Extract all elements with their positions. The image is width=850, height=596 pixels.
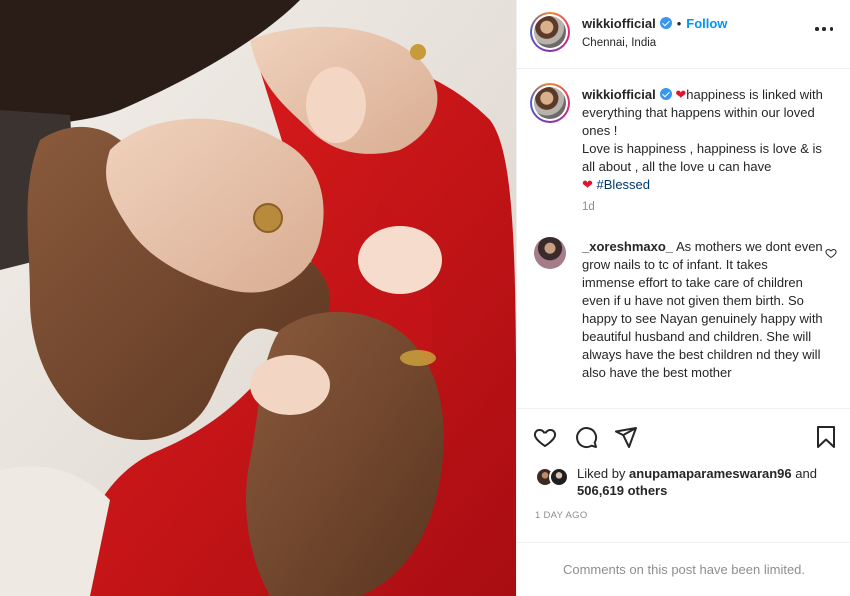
caption-time[interactable]: 1d [582,201,595,213]
comment-icon[interactable] [574,425,598,449]
caption-username[interactable]: wikkiofficial [582,87,656,102]
author-username[interactable]: wikkiofficial [582,16,656,31]
author-avatar[interactable] [530,12,570,52]
paper-plane-icon[interactable] [614,425,638,449]
verified-badge-icon [659,17,672,29]
post-header: wikkiofficial • Follow Chennai, India [517,0,850,69]
more-options-icon[interactable] [815,27,833,33]
liker-avatars[interactable] [535,467,575,489]
post-timestamp[interactable]: 1 DAY AGO [535,510,588,521]
liker-avatar[interactable] [549,467,569,487]
post-side-panel: wikkiofficial • Follow Chennai, India wikk… [516,0,850,596]
likes-and: and [795,466,817,481]
bookmark-icon[interactable] [815,425,837,449]
caption-avatar[interactable] [530,83,570,123]
commenter-avatar[interactable] [534,237,566,269]
likes-text: Liked by anupamaparameswaran96 and 506,6… [577,465,837,499]
photo-illustration [0,0,516,596]
comment-item: _xoreshmaxo_ As mothers we dont even gro… [582,238,824,382]
author-line: wikkiofficial • Follow [582,16,727,31]
red-heart-emoji-icon: ❤ [675,87,687,102]
comment-text: As mothers we dont even grow nails to tc… [582,239,823,380]
comment-username[interactable]: _xoreshmaxo_ [582,239,673,254]
post-photo[interactable] [0,0,516,596]
comment-heart-icon[interactable] [825,247,837,259]
follow-button[interactable]: Follow [686,16,727,31]
red-heart-emoji-icon: ❤ [582,177,593,192]
liked-by-username[interactable]: anupamaparameswaran96 [629,466,792,481]
comments-limited-notice: Comments on this post have been limited. [517,542,850,596]
likes-others-count[interactable]: 506,619 others [577,483,667,498]
heart-icon[interactable] [533,425,557,449]
likes-prefix: Liked by [577,466,626,481]
comments-section[interactable]: wikkiofficial ❤happiness is linked with … [517,70,850,408]
hashtag-link[interactable]: #Blessed [597,177,650,192]
caption-line-2: Love is happiness , happiness is love & … [582,141,822,174]
post-caption: wikkiofficial ❤happiness is linked with … [582,86,837,194]
post-location[interactable]: Chennai, India [582,37,656,49]
verified-badge-icon [659,88,672,100]
separator-dot: • [676,16,682,31]
